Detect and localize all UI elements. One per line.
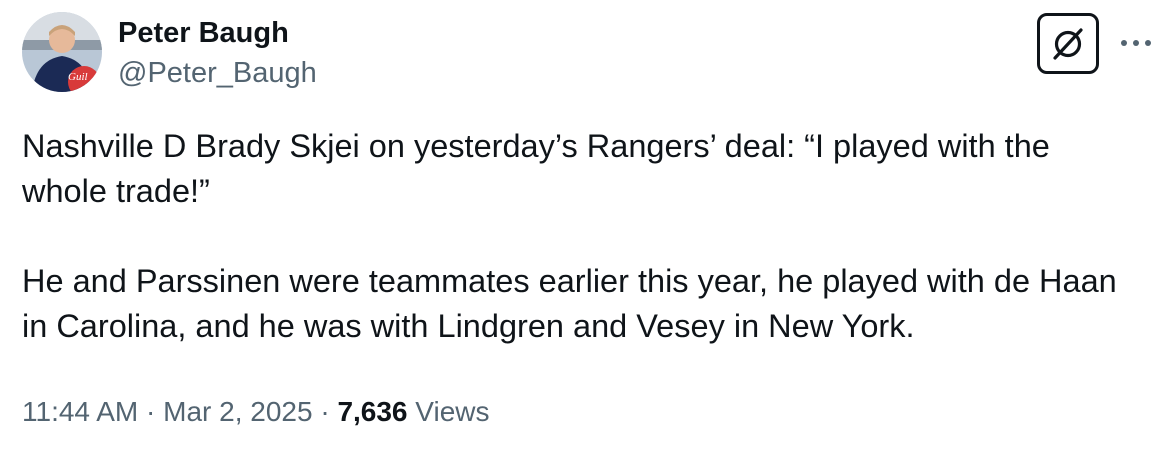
tweet-date[interactable]: Mar 2, 2025: [163, 396, 312, 427]
author-avatar[interactable]: Guil: [22, 12, 102, 92]
more-options-button[interactable]: [1116, 28, 1156, 58]
tweet-metadata: 11:44 AM · Mar 2, 2025 · 7,636 Views: [22, 394, 489, 430]
tweet-text: Nashville D Brady Skjei on yesterday’s R…: [22, 124, 1142, 349]
views-label: Views: [415, 396, 490, 427]
meta-separator: ·: [320, 396, 330, 427]
tweet-time[interactable]: 11:44 AM: [22, 396, 138, 427]
views-count: 7,636: [337, 396, 408, 427]
more-horizontal-icon: [1121, 40, 1151, 46]
slashed-circle-icon: [1053, 27, 1083, 60]
author-name[interactable]: Peter Baugh: [118, 16, 289, 50]
author-handle[interactable]: @Peter_Baugh: [118, 56, 317, 90]
tweet-paragraph: Nashville D Brady Skjei on yesterday’s R…: [22, 128, 1050, 209]
grok-button[interactable]: [1037, 13, 1099, 74]
avatar-image: Guil: [22, 12, 102, 92]
tweet-paragraph: He and Parssinen were teammates earlier …: [22, 263, 1117, 344]
meta-separator: ·: [146, 396, 156, 427]
avatar-badge-text: Guil: [68, 71, 88, 83]
